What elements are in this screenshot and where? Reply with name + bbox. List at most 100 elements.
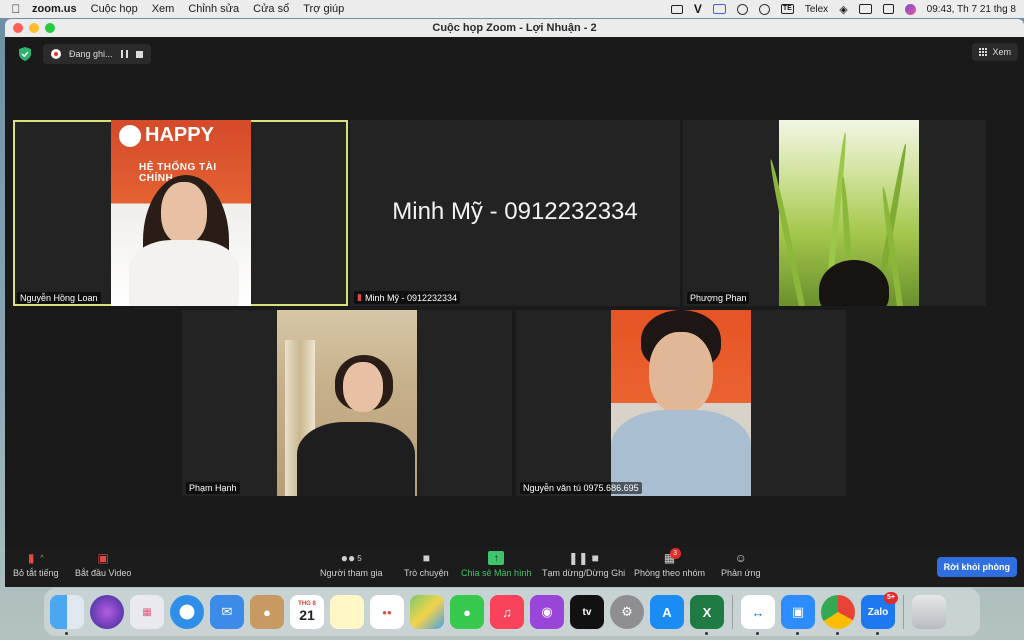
muted-mic-icon: ▮ ^: [27, 551, 44, 565]
participant-name-label: Nguyễn Hồng Loan: [17, 292, 101, 304]
participant-tile-phuong-phan[interactable]: Phượng Phan: [683, 120, 986, 306]
share-screen-button[interactable]: ↑ Chia sẻ Màn hình: [461, 551, 532, 578]
music-icon[interactable]: ♫: [490, 595, 524, 629]
keyboard-input-icon[interactable]: TE: [780, 4, 794, 14]
notes-icon[interactable]: [330, 595, 364, 629]
apple-logo-icon[interactable]: : [0, 2, 32, 16]
chat-bubble-icon: ■: [422, 551, 430, 565]
teamviewer-icon[interactable]: ↔: [741, 595, 775, 635]
app-store-icon[interactable]: A: [650, 595, 684, 629]
menu-cua-so[interactable]: Cửa sổ: [253, 3, 289, 15]
podcasts-icon[interactable]: ◉: [530, 595, 564, 629]
zalo-icon[interactable]: Zalo 5+: [861, 592, 898, 635]
breakout-rooms-button[interactable]: ▦ 3 Phòng theo nhóm: [634, 548, 705, 578]
pause-stop-recording-button[interactable]: ❚❚ ■ Tạm dừng/Dừng Ghi: [542, 551, 625, 578]
mail-icon[interactable]: ✉: [210, 595, 244, 629]
start-video-button[interactable]: ▣ Bắt đầu Video: [75, 551, 131, 578]
launchpad-icon[interactable]: ▦: [130, 595, 164, 629]
video-off-icon: ▣: [97, 551, 109, 565]
pause-recording-icon[interactable]: [120, 50, 128, 58]
view-button[interactable]: Xem: [972, 43, 1018, 61]
participant-name-label: ▮ Minh Mỹ - 0912232334: [354, 291, 461, 304]
smiley-icon: ☺: [734, 551, 747, 565]
participant-tile-pham-hanh[interactable]: Phạm Hạnh: [182, 310, 512, 496]
apple-tv-icon[interactable]: tv: [570, 595, 604, 629]
dock: ▦ ✉ ● THG 8 21 ●● ● ♫ ◉ tv ⚙ A X ↔ ▣ Zal…: [44, 588, 980, 636]
menu-tro-giup[interactable]: Trợ giúp: [303, 3, 344, 15]
control-center-icon[interactable]: [882, 4, 894, 14]
system-preferences-icon[interactable]: ⚙: [610, 595, 644, 629]
chrome-icon[interactable]: [821, 595, 855, 635]
zoom-meeting-window: Cuộc họp Zoom - Lợi Nhuận - 2 Đang ghi..…: [5, 19, 1024, 587]
menu-chinh-sua[interactable]: Chỉnh sửa: [188, 3, 239, 15]
participant-name-label: Nguyễn văn tú 0975.686.695: [520, 482, 642, 494]
muted-mic-icon: ▮: [357, 292, 362, 302]
menu-clock[interactable]: 09:43, Th 7 21 thg 8: [927, 4, 1016, 15]
menu-xem[interactable]: Xem: [152, 3, 175, 15]
leave-meeting-button[interactable]: Rời khỏi phòng: [936, 557, 1017, 577]
window-controls: [13, 23, 55, 33]
breakout-rooms-icon: ▦ 3: [662, 548, 681, 565]
share-screen-icon: ↑: [488, 551, 505, 565]
chat-button[interactable]: ■ Trò chuyện: [404, 551, 449, 578]
participant-video: [611, 310, 751, 496]
stop-recording-icon[interactable]: [135, 50, 143, 58]
participant-tile-nguyen-van-tu[interactable]: Nguyễn văn tú 0975.686.695: [516, 310, 846, 496]
reminders-icon[interactable]: ●●: [370, 595, 404, 629]
menu-bar:  zoom.us Cuộc họp Xem Chỉnh sửa Cửa sổ …: [0, 0, 1024, 18]
dock-separator: [903, 595, 904, 629]
breakout-badge: 3: [669, 548, 681, 559]
unmute-button[interactable]: ▮ ^ Bỏ tắt tiếng: [13, 551, 59, 578]
screen-share-icon[interactable]: [712, 4, 726, 14]
safari-icon[interactable]: [170, 595, 204, 629]
finder-icon[interactable]: [50, 595, 84, 635]
excel-icon[interactable]: X: [690, 595, 724, 635]
siri-icon[interactable]: [904, 3, 916, 15]
screen-mirror-icon[interactable]: [858, 4, 872, 14]
maps-icon[interactable]: [410, 595, 444, 629]
minimize-window-icon[interactable]: [29, 23, 39, 33]
participants-icon: ●● 5: [340, 551, 362, 565]
title-bar: Cuộc họp Zoom - Lợi Nhuận - 2: [5, 19, 1024, 37]
participant-video: [277, 310, 417, 496]
participants-button[interactable]: ●● 5 Người tham gia: [320, 551, 382, 578]
pause-stop-icon: ❚❚ ■: [568, 551, 599, 565]
participant-tile-nguyen-hong-loan[interactable]: HAPPY HỆ THỐNG TÀI CHÍNH Nguyễn Hồng Loa…: [13, 120, 348, 306]
participant-video: [767, 120, 919, 306]
reactions-button[interactable]: ☺ Phản ứng: [721, 551, 761, 578]
play-icon[interactable]: [758, 3, 770, 15]
view-button-label: Xem: [992, 47, 1011, 57]
participant-display-name: Minh Mỹ - 0912232334: [392, 198, 638, 225]
participant-video: HAPPY HỆ THỐNG TÀI CHÍNH: [111, 120, 251, 306]
window-title: Cuộc họp Zoom - Lợi Nhuận - 2: [432, 22, 597, 34]
siri-dock-icon[interactable]: [90, 595, 124, 629]
recording-status: Đang ghi...: [69, 49, 113, 59]
grid-view-icon: [979, 48, 988, 56]
shield-check-icon[interactable]: [19, 47, 31, 61]
zalo-badge: 5+: [884, 592, 898, 604]
recording-indicator: Đang ghi...: [43, 44, 151, 64]
contacts-icon[interactable]: ●: [250, 595, 284, 629]
calendar-icon[interactable]: THG 8 21: [290, 595, 324, 629]
logo-mark-icon: [119, 124, 141, 147]
menu-cuoc-hop[interactable]: Cuộc họp: [91, 3, 138, 15]
trash-icon[interactable]: [912, 595, 946, 629]
v-app-icon[interactable]: V: [694, 2, 702, 16]
zoom-window-icon[interactable]: [45, 23, 55, 33]
messages-icon[interactable]: ●: [450, 595, 484, 629]
input-source-label[interactable]: Telex: [805, 4, 828, 15]
glasses-icon[interactable]: [736, 3, 748, 15]
wifi-icon[interactable]: ◈: [839, 3, 847, 16]
participant-tile-minh-my[interactable]: Minh Mỹ - 0912232334 ▮ Minh Mỹ - 0912232…: [350, 120, 680, 306]
menu-app-name[interactable]: zoom.us: [32, 3, 77, 15]
zoom-status-icon[interactable]: [670, 4, 683, 14]
dock-separator: [732, 595, 733, 629]
participant-name-label: Phạm Hạnh: [186, 482, 240, 494]
close-window-icon[interactable]: [13, 23, 23, 33]
happy-logo: HAPPY: [119, 124, 214, 147]
zoom-icon[interactable]: ▣: [781, 595, 815, 635]
participant-name-label: Phượng Phan: [687, 292, 750, 304]
video-gallery: Đang ghi... Xem HAPPY HỆ THỐNG TÀI CHÍNH…: [5, 37, 1024, 547]
record-icon: [51, 49, 61, 59]
status-area: V TE Telex ◈ 09:43, Th 7 21 thg 8: [670, 0, 1016, 18]
